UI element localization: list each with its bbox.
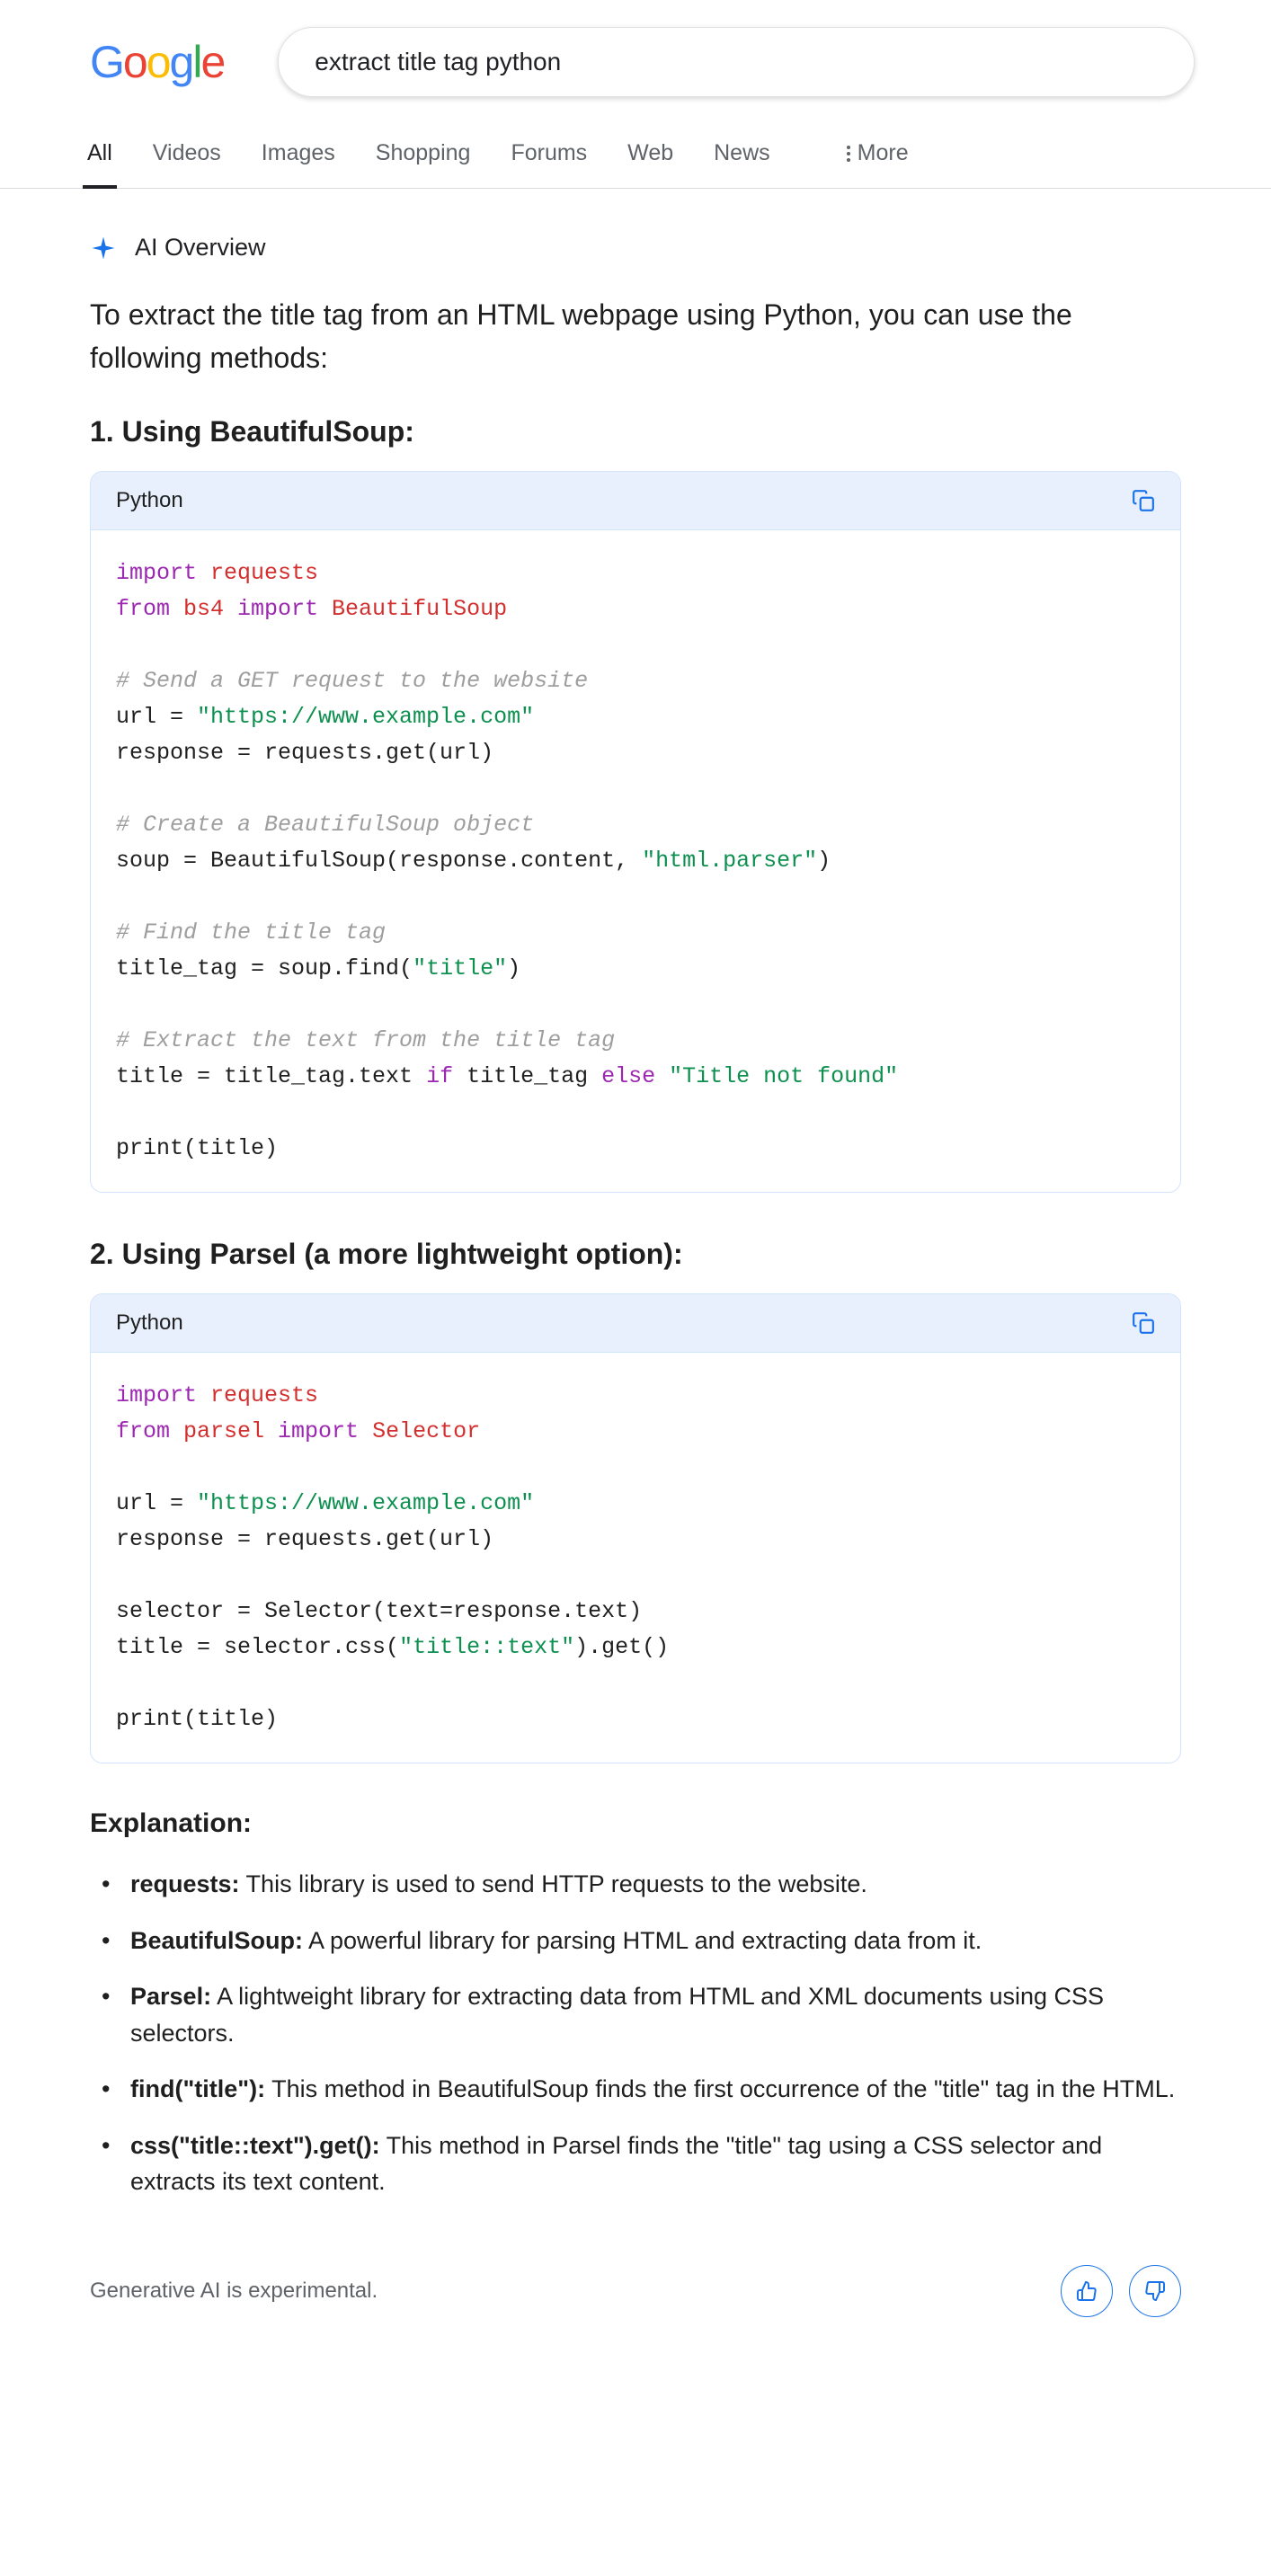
list-item: Parsel: A lightweight library for extrac… xyxy=(121,1978,1181,2051)
copy-icon[interactable] xyxy=(1132,1311,1155,1335)
tab-shopping[interactable]: Shopping xyxy=(371,124,476,188)
tab-news[interactable]: News xyxy=(709,124,775,188)
thumbs-down-button[interactable] xyxy=(1129,2265,1181,2317)
heading-parsel: 2. Using Parsel (a more lightweight opti… xyxy=(90,1238,1181,1271)
ai-overview-label: AI Overview xyxy=(135,234,266,262)
tab-web[interactable]: Web xyxy=(623,124,678,188)
disclaimer-text: Generative AI is experimental. xyxy=(90,2278,378,2304)
copy-icon[interactable] xyxy=(1132,489,1155,512)
more-dots-icon xyxy=(847,146,850,162)
tab-all[interactable]: All xyxy=(83,124,117,188)
tab-videos[interactable]: Videos xyxy=(148,124,226,188)
code-block-2: Python import requests from parsel impor… xyxy=(90,1293,1181,1763)
thumbs-up-icon xyxy=(1076,2280,1098,2302)
list-item: BeautifulSoup: A powerful library for pa… xyxy=(121,1923,1181,1959)
thumbs-up-button[interactable] xyxy=(1061,2265,1113,2317)
tab-images[interactable]: Images xyxy=(257,124,340,188)
list-item: css("title::text").get(): This method in… xyxy=(121,2127,1181,2200)
code-content-2: import requests from parsel import Selec… xyxy=(91,1353,1180,1763)
tabs-bar: All Videos Images Shopping Forums Web Ne… xyxy=(0,124,1271,189)
explanation-heading: Explanation: xyxy=(90,1808,1181,1839)
thumbs-down-icon xyxy=(1144,2280,1166,2302)
tab-more[interactable]: More xyxy=(842,124,913,188)
heading-beautifulsoup: 1. Using BeautifulSoup: xyxy=(90,415,1181,449)
code-language-label: Python xyxy=(116,1310,183,1336)
sparkle-icon xyxy=(90,235,117,262)
search-input[interactable] xyxy=(278,27,1195,97)
tab-forums[interactable]: Forums xyxy=(506,124,591,188)
list-item: requests: This library is used to send H… xyxy=(121,1866,1181,1903)
intro-text: To extract the title tag from an HTML we… xyxy=(90,293,1181,379)
list-item: find("title"): This method in BeautifulS… xyxy=(121,2071,1181,2108)
code-language-label: Python xyxy=(116,488,183,513)
code-block-1: Python import requests from bs4 import B… xyxy=(90,471,1181,1193)
code-content-1: import requests from bs4 import Beautifu… xyxy=(91,530,1180,1192)
explanation-list: requests: This library is used to send H… xyxy=(90,1866,1181,2200)
google-logo[interactable]: Google xyxy=(90,36,224,88)
